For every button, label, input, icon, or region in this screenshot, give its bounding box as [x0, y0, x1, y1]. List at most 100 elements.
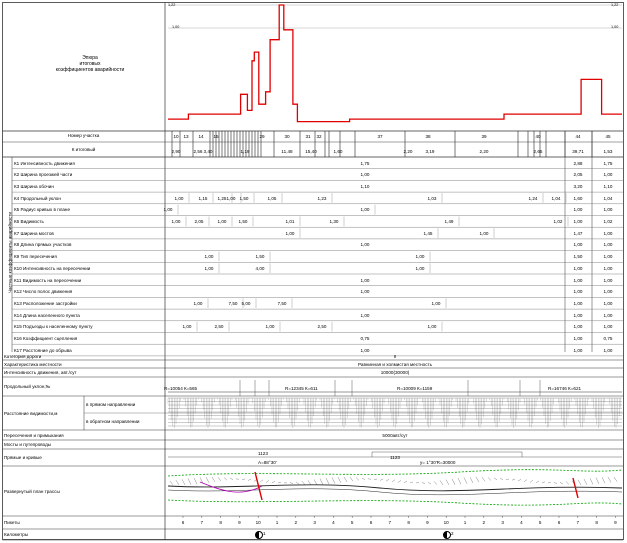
piket-label: 6 — [181, 520, 185, 525]
factor-cell-value: 1,10 — [360, 183, 370, 189]
factor-cell-value: 1,00 — [193, 300, 203, 306]
bottom-row-value: 10000(30000) — [380, 370, 410, 375]
piket-label: 4 — [520, 520, 523, 525]
bottom-row-value: 1123 — [390, 455, 400, 460]
k-itog-value: 2,56 — [193, 149, 203, 154]
factor-label: К14 Длина населенного пункта — [14, 312, 80, 318]
factor-cell-value: 1,00 — [217, 219, 227, 224]
km-marker-icon — [255, 531, 263, 539]
factor-cell-value: 1,00 — [285, 230, 295, 236]
segment-number: 14 — [198, 134, 204, 139]
factor-col2-value: 1,00 — [603, 289, 613, 295]
factor-cell-value: 1,00 — [415, 265, 425, 271]
bottom-row-label: Прямые и кривые — [4, 455, 42, 460]
factor-label: К16 Коэффициент сцепления — [14, 336, 78, 341]
segment-number: 40 — [535, 134, 541, 139]
axis-tick-right-top: 1,22 — [611, 3, 619, 7]
visibility-forward-label: в прямом направлении — [86, 402, 136, 407]
profile-curve-label: R=16746 К=621 — [548, 386, 582, 391]
bottom-row-label: Пикеты — [4, 520, 20, 525]
factor-col2-value: 1,75 — [603, 160, 613, 166]
factor-cell-value: 1,00 — [415, 254, 425, 260]
segment-number: 32 — [316, 134, 322, 139]
profile-curve-label: R=12345 К=611 — [285, 386, 318, 391]
profile-curve-label: R=10054 К=565 — [164, 386, 198, 391]
piket-label: 9 — [614, 520, 617, 525]
factor-cell-value: 1,25 — [217, 195, 227, 201]
factor-cell-value: 1,00 — [360, 207, 370, 213]
segment-number: 30 — [284, 134, 290, 139]
piket-label: 3 — [313, 520, 316, 525]
k-itog-value: 2,65 — [533, 149, 543, 154]
factor-label: К4 Продольный уклон — [14, 195, 61, 201]
straight-length: 1123 — [258, 451, 268, 456]
bottom-row-label: Развернутый план трассы — [4, 488, 60, 494]
factor-col2-value: 1,02 — [603, 219, 613, 224]
factor-col2-value: 1,00 — [603, 324, 613, 330]
segment-number: 13 — [183, 134, 189, 139]
piket-label: 1 — [463, 520, 467, 525]
km-label: 1 — [263, 531, 266, 536]
factor-col1-value: 1,00 — [573, 277, 583, 283]
bottom-row-label: Километры — [4, 532, 29, 537]
factor-col2-value: 1,00 — [603, 230, 613, 236]
factor-cell-value: 1,50 — [255, 254, 265, 260]
km-marker-icon — [443, 531, 451, 539]
factor-col1-value: 1,00 — [573, 219, 583, 224]
k-itog-value: 2,20 — [403, 149, 413, 154]
factor-col2-value: 1,00 — [603, 312, 613, 318]
factor-cell-value: 1,03 — [427, 195, 437, 201]
factor-cell-value: 1,00 — [431, 300, 441, 306]
factor-label: К10 Интенсивность на пересечении — [14, 265, 91, 271]
factor-cell-value: 2,05 — [194, 219, 204, 224]
factor-label: К6 Видимость — [14, 219, 44, 224]
segment-number: 38 — [425, 134, 431, 139]
bottom-row-label: Мосты и путепроводы — [4, 442, 52, 447]
bottom-row-value: Равнинная и холмистая местность — [357, 361, 433, 367]
factor-col1-value: 1,00 — [573, 324, 583, 330]
factor-cell-value: 1,50 — [239, 195, 249, 201]
piket-label: 10 — [443, 520, 449, 525]
factor-col2-value: 1,00 — [603, 277, 613, 283]
factor-label: К5 Радиус кривых в плане — [14, 207, 71, 213]
factor-col2-value: 1,04 — [603, 195, 613, 201]
factor-col2-value: 1,00 — [603, 207, 613, 213]
factor-col1-value: 1,00 — [573, 207, 583, 213]
factor-cell-value: 1,02 — [553, 219, 563, 224]
piket-label: 10 — [255, 520, 261, 525]
factor-col1-value: 3,20 — [573, 183, 583, 189]
bottom-row-label: Пересечения и примыкания — [4, 432, 64, 438]
factor-cell-value: 1,00 — [427, 324, 437, 330]
factor-label: К8 Длина прямых участков — [14, 242, 72, 248]
factor-col1-value: 1,60 — [573, 195, 583, 201]
segment-number: 15 — [213, 134, 219, 139]
k-itog-value: 2,20 — [479, 149, 489, 154]
piket-label: 8 — [219, 520, 222, 525]
km-label: 2 — [451, 531, 454, 536]
bottom-row-label: Продольный уклон,‰ — [4, 384, 51, 389]
piket-label: 8 — [407, 520, 410, 525]
factor-col1-value: 1,00 — [573, 347, 583, 353]
profile-curve-label: R=10009 К=1159 — [397, 386, 433, 391]
factor-cell-value: 7,50 — [277, 300, 287, 306]
factor-col1-value: 1,00 — [573, 312, 583, 318]
factor-cell-value: 0,75 — [360, 336, 370, 341]
piket-label: 5 — [538, 520, 542, 525]
bottom-row-label: Интенсивность движения, авт./сут — [4, 370, 77, 375]
factor-col1-value: 1,00 — [573, 300, 583, 306]
factor-col2-value: 1,00 — [603, 254, 613, 260]
road-plan-strip — [167, 469, 623, 506]
k-itog-header: К итоговый — [71, 147, 96, 152]
factor-cell-value: 4,00 — [255, 265, 265, 271]
segment-number: 10 — [173, 134, 179, 139]
factor-cell-value: 1,00 — [163, 207, 173, 213]
piket-label: 4 — [332, 520, 335, 525]
factor-cell-value: 7,50 — [228, 300, 238, 306]
piket-label: 6 — [369, 520, 373, 525]
bottom-row-value: II — [393, 353, 397, 359]
k-itog-value: 39,71 — [572, 149, 584, 154]
axis-tick-right-mid: 1,00 — [611, 25, 619, 29]
factor-cell-value: 1,00 — [360, 289, 370, 295]
factor-cell-value: 1,00 — [171, 219, 181, 224]
factor-label: К9 Тип пересечения — [14, 254, 57, 260]
